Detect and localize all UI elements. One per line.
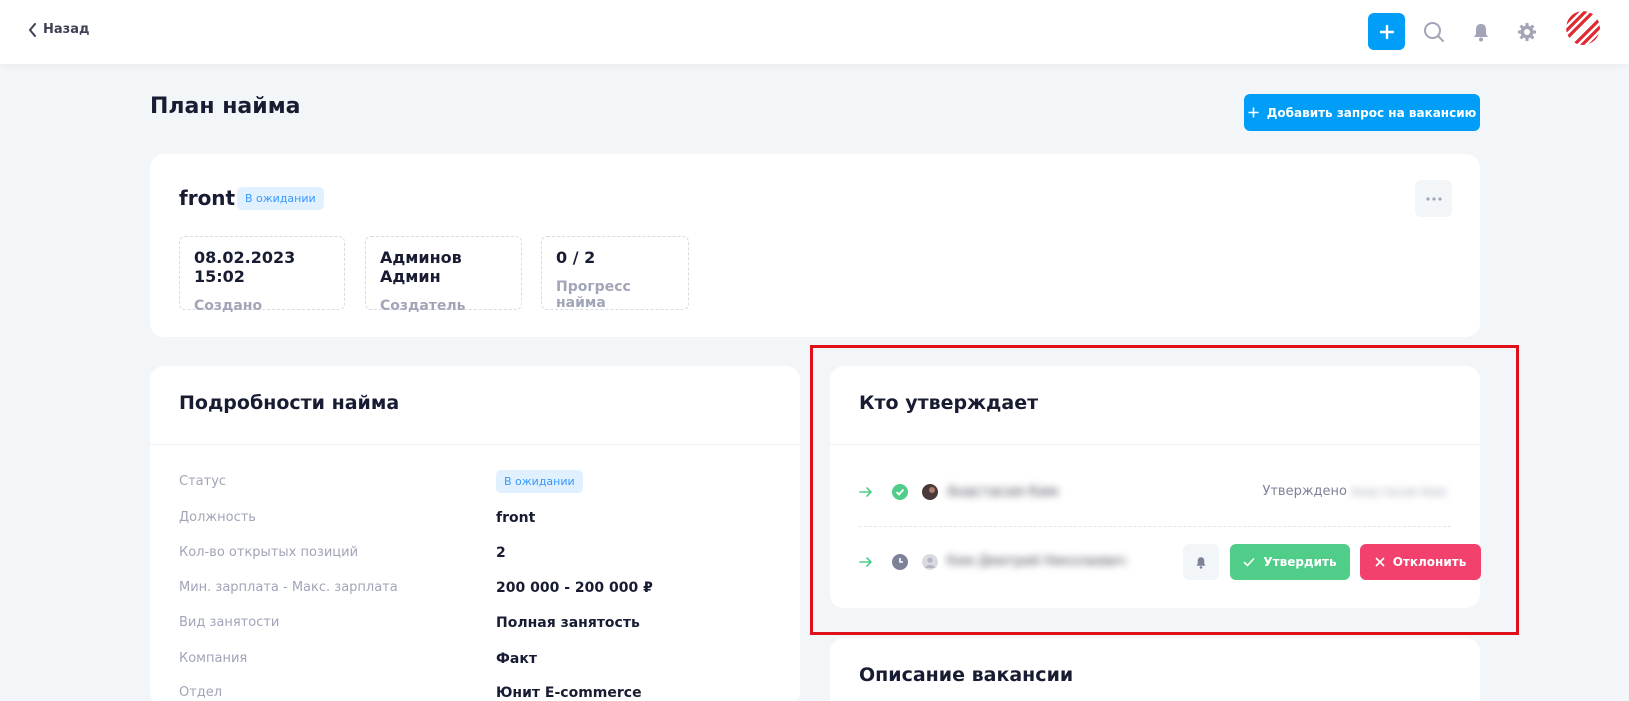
back-label: Назад <box>43 22 90 37</box>
logo-icon <box>1566 11 1600 45</box>
detail-key: Отдел <box>179 685 223 700</box>
detail-row-status: Статус В ожидании <box>179 470 779 498</box>
detail-key: Мин. зарплата - Макс. зарплата <box>179 580 398 595</box>
stat-progress-value: 0 / 2 <box>556 248 596 267</box>
vacancy-description-title: Описание вакансии <box>859 664 1074 686</box>
stat-creator: Админов Админ Создатель <box>365 236 522 314</box>
page-title: План найма <box>150 94 301 119</box>
plus-icon <box>1248 107 1259 118</box>
stat-creator-value: Админов Админ <box>380 248 462 286</box>
top-bar: Назад <box>0 0 1629 64</box>
chevron-left-icon <box>28 22 36 37</box>
detail-value: 200 000 - 200 000 ₽ <box>496 580 653 596</box>
detail-value: 2 <box>496 545 506 561</box>
settings-button[interactable] <box>1514 19 1540 45</box>
detail-key: Компания <box>179 651 248 666</box>
divider <box>150 444 800 445</box>
user-avatar[interactable] <box>1566 11 1600 45</box>
back-link[interactable]: Назад <box>28 22 89 37</box>
hiring-details-card: Подробности найма Статус В ожидании Долж… <box>150 366 800 701</box>
detail-key: Статус <box>179 474 227 489</box>
status-badge: В ожидании <box>496 470 583 493</box>
vacancy-description-card: Описание вакансии <box>830 638 1480 701</box>
detail-key: Кол-во открытых позиций <box>179 545 359 560</box>
stat-creator-label: Создатель <box>380 298 466 314</box>
gear-icon <box>1518 23 1536 41</box>
stat-progress-label: Прогресс найма <box>556 279 631 311</box>
stat-progress: 0 / 2 Прогресс найма <box>541 236 689 311</box>
detail-row-position: Должность front <box>179 510 779 534</box>
plus-icon <box>1379 24 1394 39</box>
highlight-frame <box>810 345 1519 635</box>
detail-value: Факт <box>496 651 537 667</box>
detail-value: Полная занятость <box>496 615 640 631</box>
detail-row-open-positions: Кол-во открытых позиций 2 <box>179 545 779 569</box>
hiring-details-title: Подробности найма <box>179 392 400 414</box>
detail-value: Юнит E-commerce <box>496 685 642 701</box>
stat-created: 08.02.2023 15:02 Создано <box>179 236 345 314</box>
bell-icon <box>1474 24 1488 42</box>
detail-value: front <box>496 510 536 526</box>
add-vacancy-request-label: Добавить запрос на вакансию <box>1266 105 1477 120</box>
detail-row-salary: Мин. зарплата - Макс. зарплата 200 000 -… <box>179 580 779 604</box>
hiring-plan-summary-card: front В ожидании 08.02.2023 15:02 Создан… <box>150 154 1480 337</box>
detail-row-company: Компания Факт <box>179 651 779 675</box>
stat-created-value: 08.02.2023 15:02 <box>194 248 296 286</box>
stat-created-label: Создано <box>194 298 263 314</box>
more-horizontal-icon <box>1425 196 1442 201</box>
notifications-button[interactable] <box>1468 19 1494 45</box>
more-actions-button[interactable] <box>1415 180 1452 217</box>
detail-key: Вид занятости <box>179 615 280 630</box>
search-button[interactable] <box>1421 19 1447 45</box>
detail-row-department: Отдел Юнит E-commerce <box>179 685 779 701</box>
detail-row-employment-type: Вид занятости Полная занятость <box>179 615 779 639</box>
vacancy-title: front <box>179 186 236 210</box>
add-vacancy-request-button[interactable]: Добавить запрос на вакансию <box>1244 94 1480 131</box>
detail-key: Должность <box>179 510 256 525</box>
create-button[interactable] <box>1368 13 1405 50</box>
search-icon <box>1424 22 1444 42</box>
status-badge: В ожидании <box>237 187 324 210</box>
